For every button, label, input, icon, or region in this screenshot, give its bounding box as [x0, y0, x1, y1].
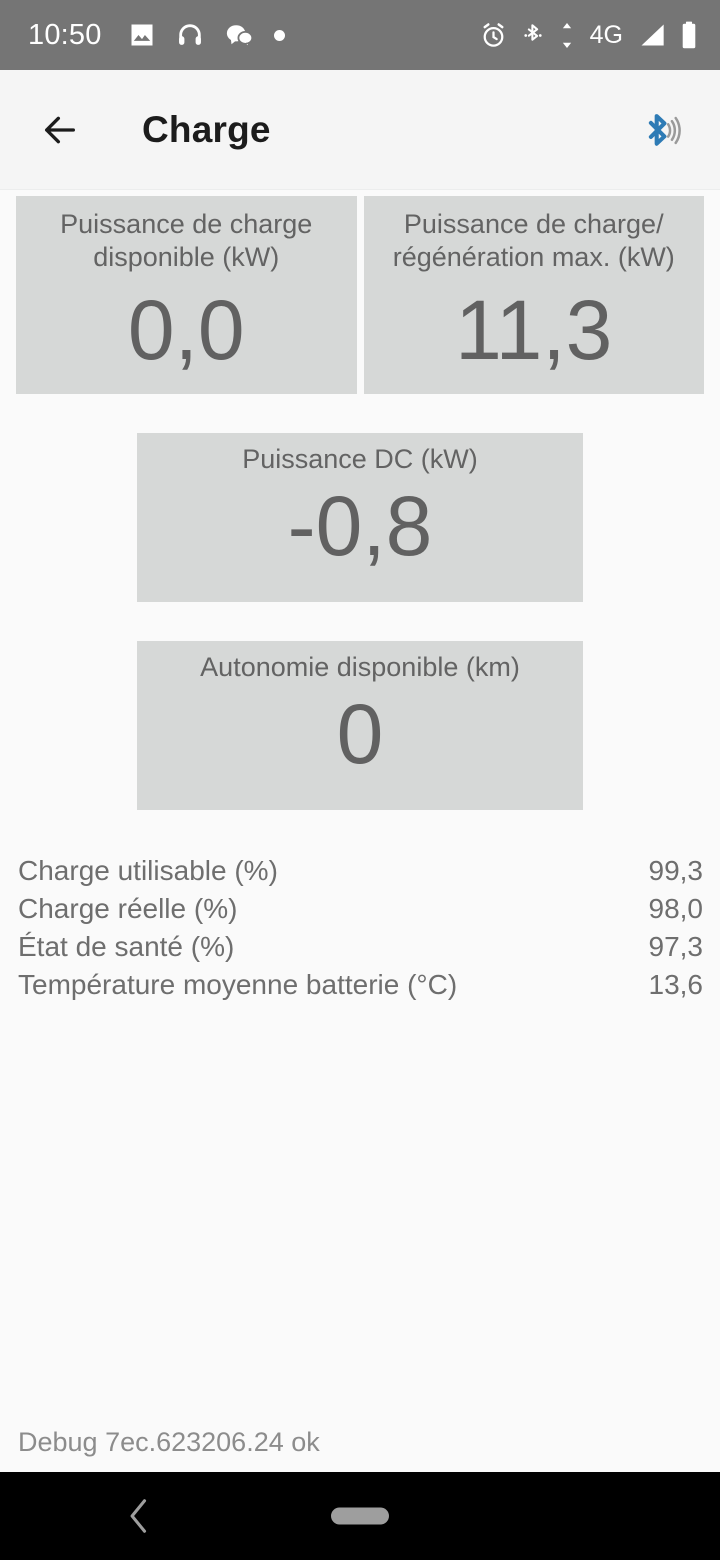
status-clock: 10:50 — [28, 18, 102, 51]
card-label: Autonomie disponible (km) — [200, 652, 520, 682]
debug-status-text: Debug 7ec.623206.24 ok — [18, 1427, 320, 1457]
alarm-icon — [480, 22, 507, 49]
dc-power-card-row: Puissance DC (kW) -0,8 — [0, 433, 720, 602]
bluetooth-connected-icon — [648, 113, 681, 146]
list-item-value: 97,3 — [648, 931, 704, 962]
headphones-icon — [176, 21, 204, 49]
phone-screen: 10:50 4G Charge Puissance de charge disp… — [0, 0, 720, 1560]
image-icon — [128, 21, 156, 49]
battery-stats-list: Charge utilisable (%) 99,3 Charge réelle… — [0, 852, 720, 1004]
card-value: 11,3 — [455, 283, 613, 377]
dot-icon — [273, 29, 285, 41]
back-arrow-icon — [45, 116, 76, 143]
nav-home-pill[interactable] — [331, 1507, 389, 1525]
card-label: Puissance de charge disponible (kW) — [60, 209, 313, 272]
available-range-card-row: Autonomie disponible (km) 0 — [0, 641, 720, 810]
list-item-label: Charge réelle (%) — [18, 893, 238, 924]
list-item[interactable]: Charge réelle (%) 98,0 — [18, 890, 703, 928]
list-item-value: 98,0 — [648, 893, 704, 924]
top-card-row: Puissance de charge disponible (kW) 0,0 … — [0, 190, 720, 394]
list-item-label: Température moyenne batterie (°C) — [18, 969, 458, 1000]
bluetooth-connect-button[interactable] — [632, 102, 688, 158]
status-bar-left: 10:50 — [28, 18, 480, 51]
data-transfer-icon — [559, 22, 575, 49]
app-bar: Charge — [0, 70, 720, 190]
battery-icon — [680, 21, 698, 49]
card-label: Puissance de charge/ régénération max. (… — [392, 209, 675, 272]
list-item-value: 99,3 — [648, 855, 704, 886]
page-title: Charge — [142, 108, 271, 150]
signal-icon — [638, 22, 666, 48]
list-item-label: État de santé (%) — [18, 931, 235, 962]
card-available-range[interactable]: Autonomie disponible (km) 0 — [137, 641, 583, 810]
card-available-charge-power[interactable]: Puissance de charge disponible (kW) 0,0 — [16, 196, 357, 394]
card-value: 0,0 — [127, 283, 245, 377]
chat-bubble-icon — [224, 21, 254, 49]
status-bar-right: 4G — [480, 21, 698, 49]
card-value: 0 — [336, 687, 384, 781]
bluetooth-icon — [521, 22, 545, 49]
network-type-label: 4G — [589, 20, 623, 49]
main-content: Puissance de charge disponible (kW) 0,0 … — [0, 190, 720, 1472]
chevron-left-icon — [130, 1499, 147, 1533]
list-item[interactable]: Température moyenne batterie (°C) 13,6 — [18, 966, 703, 1004]
back-button[interactable] — [34, 104, 86, 156]
status-bar: 10:50 4G — [0, 0, 720, 70]
card-label: Puissance DC (kW) — [242, 444, 478, 474]
list-item-value: 13,6 — [648, 969, 704, 1000]
list-item-label: Charge utilisable (%) — [18, 855, 278, 886]
card-dc-power[interactable]: Puissance DC (kW) -0,8 — [137, 433, 583, 602]
card-max-charge-regen-power[interactable]: Puissance de charge/ régénération max. (… — [363, 196, 704, 394]
nav-back-button[interactable] — [114, 1472, 164, 1560]
system-nav-bar — [0, 1472, 720, 1560]
list-item[interactable]: Charge utilisable (%) 99,3 — [18, 852, 703, 890]
card-value: -0,8 — [287, 479, 433, 573]
list-item[interactable]: État de santé (%) 97,3 — [18, 928, 703, 966]
